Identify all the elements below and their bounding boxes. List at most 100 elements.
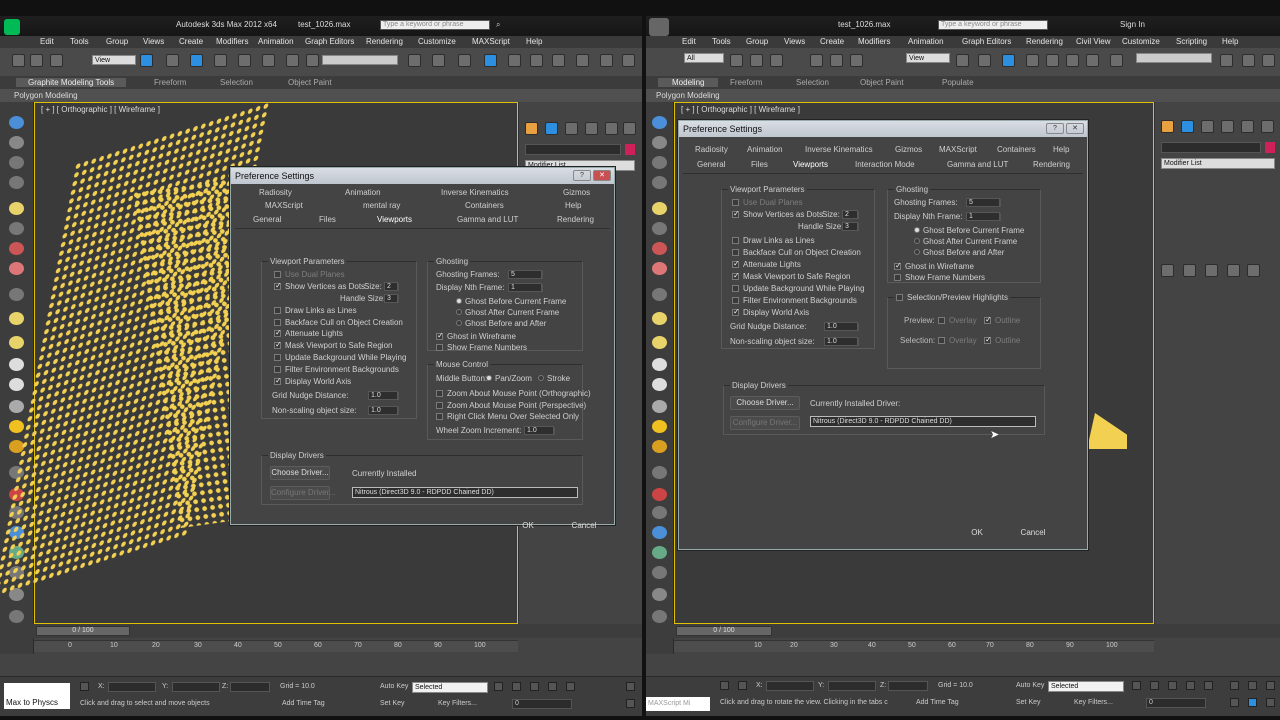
box-icon[interactable] <box>9 176 24 189</box>
tab-files[interactable]: Files <box>751 160 768 169</box>
create-tab-icon[interactable] <box>525 122 538 135</box>
select-and-manipulate-icon[interactable] <box>1002 54 1015 67</box>
snap-icon[interactable] <box>238 54 251 67</box>
graphite-icon[interactable] <box>484 54 497 67</box>
tab-animation[interactable]: Animation <box>747 145 783 154</box>
tab-general[interactable]: General <box>253 215 281 224</box>
ribbon-polygon-modeling[interactable]: Polygon Modeling <box>646 89 1280 102</box>
ghost-wireframe-checkbox[interactable]: Ghost in Wireframe <box>894 261 974 271</box>
tab-containers[interactable]: Containers <box>997 145 1036 154</box>
handle-size-spinner[interactable]: 3 <box>842 222 859 231</box>
zoom-icon[interactable] <box>1230 681 1239 690</box>
camera-icon[interactable] <box>9 222 24 235</box>
tab-help[interactable]: Help <box>565 201 581 210</box>
tab-gizmos[interactable]: Gizmos <box>563 188 590 197</box>
tab-animation[interactable]: Animation <box>345 188 381 197</box>
prev-frame-icon[interactable] <box>1150 681 1159 690</box>
ghost-after-radio[interactable]: Ghost After Current Frame <box>914 237 1017 246</box>
biped-icon[interactable] <box>652 506 667 519</box>
mask-viewport-checkbox[interactable]: Mask Viewport to Safe Region <box>732 271 850 281</box>
track-bar[interactable]: 0 10 20 30 40 50 60 70 80 90 100 <box>34 640 518 652</box>
globe-icon[interactable] <box>652 526 667 539</box>
tab-viewports[interactable]: Viewports <box>793 160 828 169</box>
pivot-icon[interactable] <box>956 54 969 67</box>
menu-create[interactable]: Create <box>820 37 844 46</box>
x-coordinate-field[interactable] <box>108 682 156 692</box>
isolate-icon[interactable] <box>738 681 747 690</box>
tab-gizmos[interactable]: Gizmos <box>895 145 922 154</box>
named-selection-dropdown[interactable] <box>1136 53 1212 63</box>
object-color-swatch[interactable] <box>1265 142 1275 153</box>
wrench-icon[interactable] <box>652 588 667 601</box>
tab-inverse-kinematics[interactable]: Inverse Kinematics <box>441 188 509 197</box>
tab-rendering[interactable]: Rendering <box>557 215 594 224</box>
attenuate-lights-checkbox[interactable]: Attenuate Lights <box>732 259 801 269</box>
stroke-radio[interactable]: Stroke <box>538 374 570 383</box>
rotate-icon[interactable] <box>190 54 203 67</box>
sphere-icon[interactable] <box>652 358 667 371</box>
configure-driver-button[interactable]: Configure Driver... <box>730 416 800 430</box>
menu-graph-editors[interactable]: Graph Editors <box>962 37 1011 46</box>
fov-icon[interactable] <box>1230 698 1239 707</box>
show-vertices-checkbox[interactable]: Show Vertices as Dots <box>274 281 365 291</box>
bones-icon[interactable] <box>652 488 667 501</box>
menu-group[interactable]: Group <box>746 37 768 46</box>
pyramid-icon[interactable] <box>9 400 24 413</box>
daylight-icon[interactable] <box>652 440 667 453</box>
render-setup-icon[interactable] <box>576 54 589 67</box>
ghost-before-radio[interactable]: Ghost Before Current Frame <box>914 226 1024 235</box>
tab-object-paint[interactable]: Object Paint <box>860 78 904 87</box>
current-frame-field[interactable]: 0 <box>512 699 572 709</box>
viewport-label[interactable]: [ + ] [ Orthographic ] [ Wireframe ] <box>41 105 160 114</box>
goto-end-icon[interactable] <box>566 682 575 691</box>
play-icon[interactable] <box>1168 681 1177 690</box>
tab-object-paint[interactable]: Object Paint <box>288 78 332 87</box>
auto-key-button[interactable]: Auto Key <box>1016 682 1044 689</box>
menu-group[interactable]: Group <box>106 37 128 46</box>
tab-maxscript[interactable]: MAXScript <box>265 201 303 210</box>
goto-end-icon[interactable] <box>1204 681 1213 690</box>
zoom-extents-icon[interactable] <box>1266 681 1275 690</box>
cancel-button[interactable]: Cancel <box>557 520 611 534</box>
lock-icon[interactable] <box>720 681 729 690</box>
grid-nudge-spinner[interactable]: 1.0 <box>368 391 399 400</box>
teapot-icon[interactable] <box>9 116 24 129</box>
z-coordinate-field[interactable] <box>230 682 270 692</box>
move-icon[interactable] <box>166 54 179 67</box>
modify-tab-icon[interactable] <box>1181 120 1194 133</box>
menu-animation[interactable]: Animation <box>908 37 944 46</box>
time-slider[interactable]: 0 / 100 <box>0 624 642 638</box>
app-logo-icon[interactable] <box>4 19 20 35</box>
utilities-tab-icon[interactable] <box>1261 120 1274 133</box>
tab-selection[interactable]: Selection <box>220 78 253 87</box>
attenuate-lights-checkbox[interactable]: Attenuate Lights <box>274 328 343 338</box>
hierarchy-tab-icon[interactable] <box>1201 120 1214 133</box>
ghost-before-after-radio[interactable]: Ghost Before and After <box>456 319 546 328</box>
tab-interaction-mode[interactable]: Interaction Mode <box>855 160 915 169</box>
menu-maxscript[interactable]: MAXScript <box>472 37 510 46</box>
handle-size-spinner[interactable]: 3 <box>384 294 399 303</box>
y-coordinate-field[interactable] <box>828 681 876 691</box>
pin-stack-icon[interactable] <box>1161 264 1174 277</box>
light-icon[interactable] <box>652 202 667 215</box>
help-icon[interactable]: ? <box>1046 123 1064 134</box>
sun-icon[interactable] <box>652 420 667 433</box>
draw-links-checkbox[interactable]: Draw Links as Lines <box>274 306 357 315</box>
display-tab-icon[interactable] <box>1241 120 1254 133</box>
light-icon[interactable] <box>9 202 24 215</box>
select-object-icon[interactable] <box>730 54 743 67</box>
size-spinner[interactable]: 2 <box>384 282 399 291</box>
selected-dropdown[interactable]: Selected <box>1048 681 1124 692</box>
add-time-tag[interactable]: Add Time Tag <box>282 700 325 707</box>
ghost-before-radio[interactable]: Ghost Before Current Frame <box>456 297 566 306</box>
cylinder-icon[interactable] <box>9 156 24 169</box>
menu-customize[interactable]: Customize <box>1122 37 1160 46</box>
spinner-snap-icon[interactable] <box>1086 54 1099 67</box>
show-end-result-icon[interactable] <box>1183 264 1196 277</box>
preview-outline-checkbox[interactable]: Outline <box>984 315 1020 325</box>
close-icon[interactable]: ✕ <box>1066 123 1084 134</box>
selected-dropdown[interactable]: Selected <box>412 682 488 693</box>
grid-nudge-spinner[interactable]: 1.0 <box>824 322 859 331</box>
mirror-icon[interactable] <box>1220 54 1233 67</box>
helper-icon[interactable] <box>9 242 24 255</box>
